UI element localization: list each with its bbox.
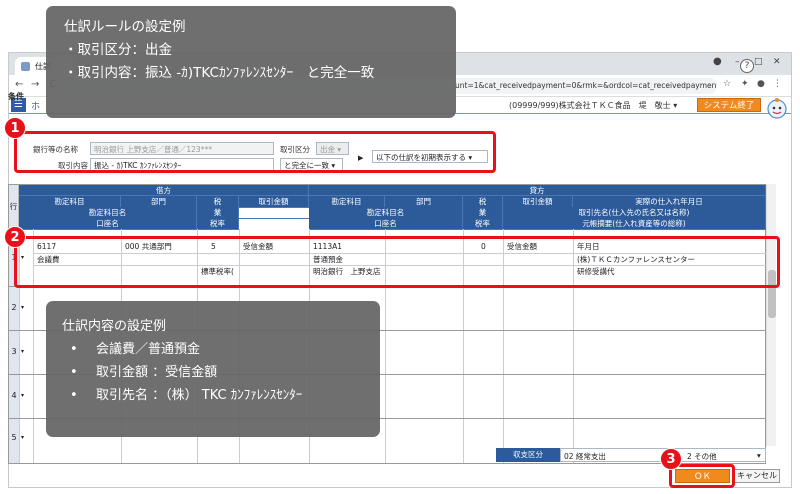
row-expand-icon[interactable]: ▾ (21, 348, 24, 355)
close-window-icon[interactable]: ✕ (773, 57, 781, 67)
callout-journal-line-2: 取引金額 ：受信金額 (96, 365, 218, 380)
chevron-down-icon: ▾ (757, 451, 761, 460)
callout-journal-title: 仕訳内容の設定例 (62, 319, 167, 334)
callout-rule-line-2: ・取引内容：振込 -ｶ)TKCｶﾝﾌｧﾚﾝｽｾﾝﾀｰ と完全一致 (64, 65, 375, 81)
bullet: • (70, 342, 78, 357)
browser-menu-icon[interactable]: ⋮ (773, 79, 782, 89)
assistant-mascot-icon[interactable] (766, 97, 788, 121)
extension-icon[interactable]: ✦ (741, 79, 749, 89)
income-expense-value-2: 2 その他 (687, 452, 717, 461)
maximize-icon[interactable]: □ (754, 57, 763, 67)
row-number: 4 (11, 391, 17, 400)
row-expand-icon[interactable]: ▾ (21, 434, 24, 441)
callout-rule-example: 仕訳ルールの設定例 ・取引区分：出金 ・取引内容：振込 -ｶ)TKCｶﾝﾌｧﾚﾝ… (46, 6, 456, 118)
bullet: • (70, 388, 78, 403)
condition-label: 条件 (8, 92, 24, 101)
badge-3: 3 (660, 448, 682, 470)
row-expand-icon[interactable]: ▾ (21, 304, 24, 311)
company-user-info[interactable]: (09999/999)株式会社ＴＫＣ食品 堤 敬士 ▾ (509, 100, 677, 111)
row-number: 5 (11, 433, 17, 442)
row-expand-icon[interactable]: ▾ (21, 392, 24, 399)
credit-tax-rate-header: 税率 (463, 218, 503, 230)
minimize-icon[interactable]: – (735, 57, 740, 67)
row-number: 3 (11, 347, 17, 356)
debit-tax-rate-header: 税率 (197, 218, 239, 230)
back-icon[interactable]: ← (15, 79, 23, 90)
callout-journal-line-1: 会議費／普通預金 (96, 342, 201, 357)
income-expense-label: 収支区分 (496, 448, 560, 462)
favicon-icon (21, 62, 30, 71)
credit-account-holder-header: 口座名 (309, 218, 463, 230)
debit-blank-header (239, 207, 309, 208)
highlight-box-condition (14, 131, 496, 173)
row-number: 2 (11, 303, 17, 312)
callout-rule-line-1: ・取引区分：出金 (64, 42, 172, 58)
ledger-memo-header: 元帳摘要(仕入れ資産等の総称) (503, 218, 766, 230)
bullet: • (70, 365, 78, 380)
income-expense-value-1: 02 経常支出 (564, 452, 606, 461)
grid-scrollbar[interactable] (766, 184, 776, 446)
callout-journal-line-3: 取引先名 ：（株） TKC ｶﾝﾌｧﾚﾝｽｾﾝﾀｰ (96, 388, 303, 403)
forward-icon[interactable]: → (31, 79, 39, 90)
home-tab[interactable]: ホ (31, 99, 40, 112)
profile-dot-icon[interactable]: ● (713, 56, 722, 67)
debit-group-header: 借方 (19, 185, 309, 196)
debit-blank-header-2 (239, 218, 309, 219)
credit-group-header: 貸方 (309, 185, 766, 196)
row-header: 行 (9, 185, 19, 229)
badge-2: 2 (4, 226, 26, 248)
highlight-box-ok (669, 464, 735, 488)
cancel-button[interactable]: キャンセル (734, 469, 780, 483)
debit-account-holder-header: 口座名 (19, 218, 197, 230)
callout-journal-example: 仕訳内容の設定例 • 会議費／普通預金 • 取引金額 ：受信金額 • 取引先名 ：（株… (46, 301, 380, 437)
account-icon[interactable]: ● (757, 79, 765, 89)
star-icon[interactable]: ☆ (723, 79, 731, 89)
callout-rule-title: 仕訳ルールの設定例 (64, 19, 186, 35)
highlight-box-row1 (14, 236, 780, 288)
system-end-button[interactable]: システム終了 (697, 98, 761, 112)
help-icon[interactable]: ? (740, 59, 754, 73)
badge-1: 1 (4, 117, 26, 139)
